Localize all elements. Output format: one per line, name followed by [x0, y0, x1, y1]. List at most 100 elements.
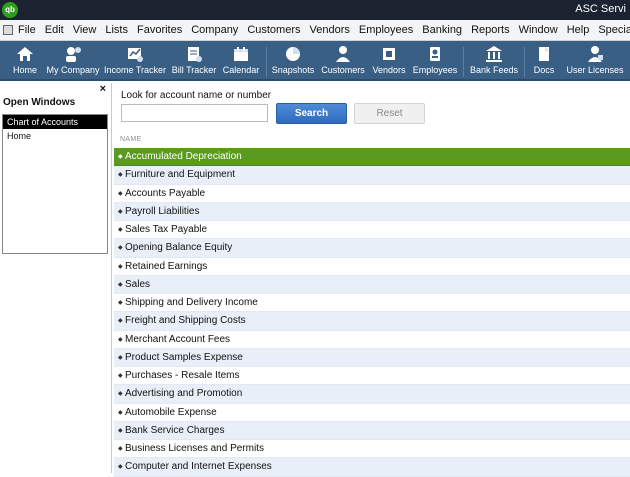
search-button[interactable]: Search — [276, 103, 347, 124]
row-bullet-icon: ◆ — [118, 373, 123, 379]
open-window-item[interactable]: Home — [3, 129, 107, 143]
open-windows-heading: Open Windows — [3, 97, 76, 108]
toolbar-employees-button[interactable]: Employees — [412, 43, 458, 79]
account-name: Product Samples Expense — [125, 351, 243, 363]
toolbar-vendors-button[interactable]: Vendors — [370, 43, 408, 79]
toolbar-user-licenses-button[interactable]: User Licenses — [564, 43, 626, 79]
toolbar-income-tracker-button[interactable]: Income Tracker — [104, 43, 166, 79]
menu-help[interactable]: Help — [567, 24, 590, 36]
account-row[interactable]: ◆ Computer and Internet Expenses — [114, 458, 630, 477]
account-name: Payroll Liabilities — [125, 205, 200, 217]
menu-favorites[interactable]: Favorites — [137, 24, 182, 36]
account-row[interactable]: ◆ Retained Earnings — [114, 257, 630, 276]
system-menu-icon[interactable] — [3, 25, 13, 35]
menu-special-offers[interactable]: Special Offers — [598, 24, 630, 36]
toolbar-bill-tracker-button[interactable]: Bill Tracker — [170, 43, 218, 79]
toolbar-snapshots-button[interactable]: Snapshots — [270, 43, 316, 79]
window-title: ASC Servi — [575, 3, 626, 15]
row-bullet-icon: ◆ — [118, 227, 123, 233]
toolbar-calendar-button[interactable]: Calendar — [220, 43, 262, 79]
row-bullet-icon: ◆ — [118, 263, 123, 270]
open-windows-panel: × Open Windows Chart of Accounts Home — [0, 83, 112, 473]
row-bullet-icon: ◆ — [118, 446, 123, 452]
account-row[interactable]: ◆ Sales — [114, 275, 630, 294]
toolbar-customers-button[interactable]: Customers — [320, 43, 366, 79]
account-name: Sales Tax Payable — [125, 224, 208, 235]
menu-window[interactable]: Window — [519, 24, 558, 36]
account-row[interactable]: ◆ Product Samples Expense — [114, 348, 630, 367]
account-name: Furniture and Equipment — [125, 169, 236, 181]
account-name: Freight and Shipping Costs — [125, 315, 246, 327]
title-bar: qb ASC Servi — [0, 0, 630, 20]
account-name: Purchases - Resale Items — [125, 370, 240, 381]
account-row[interactable]: ◆ Furniture and Equipment — [114, 166, 630, 185]
menu-banking[interactable]: Banking — [422, 24, 462, 36]
account-name: Automobile Expense — [125, 406, 217, 418]
home-icon — [17, 47, 33, 61]
account-row[interactable]: ◆ Advertising and Promotion — [114, 385, 630, 404]
account-row[interactable]: ◆ Opening Balance Equity — [114, 239, 630, 258]
account-row[interactable]: ◆ Business Licenses and Permits — [114, 440, 630, 459]
account-row[interactable]: ◆ Merchant Account Fees — [114, 330, 630, 349]
menu-employees[interactable]: Employees — [359, 24, 413, 36]
toolbar-label: Calendar — [222, 65, 260, 75]
toolbar-label: Customers — [321, 65, 365, 75]
account-row[interactable]: ◆ Bank Service Charges — [114, 421, 630, 440]
toolbar-label: Snapshots — [271, 65, 315, 75]
toolbar-label: Bank Feeds — [469, 65, 519, 75]
account-row[interactable]: ◆ Purchases - Resale Items — [114, 367, 630, 386]
account-name: Advertising and Promotion — [125, 388, 243, 400]
menu-file[interactable]: File — [18, 24, 36, 36]
account-row[interactable]: ◆ Automobile Expense — [114, 403, 630, 422]
account-row[interactable]: ◆ Payroll Liabilities — [114, 202, 630, 221]
toolbar-label: Employees — [412, 65, 458, 75]
account-name: Opening Balance Equity — [125, 242, 233, 254]
account-name: Bank Service Charges — [125, 424, 225, 436]
menu-vendors[interactable]: Vendors — [310, 24, 350, 36]
close-panel-icon[interactable]: × — [100, 83, 106, 95]
bank-icon — [486, 46, 502, 62]
toolbar-bank-feeds-button[interactable]: Bank Feeds — [468, 43, 520, 79]
menu-company[interactable]: Company — [191, 24, 238, 36]
toolbar-label: Docs — [533, 65, 555, 75]
row-bullet-icon: ◆ — [118, 427, 123, 434]
account-name: Accounts Payable — [125, 187, 206, 199]
row-bullet-icon: ◆ — [118, 354, 123, 361]
row-bullet-icon: ◆ — [118, 300, 123, 306]
my-company-icon — [66, 47, 81, 62]
menu-reports[interactable]: Reports — [471, 24, 510, 36]
account-row[interactable]: ◆ Accounts Payable — [114, 184, 630, 203]
account-name: Computer and Internet Expenses — [125, 461, 272, 473]
menu-edit[interactable]: Edit — [45, 24, 64, 36]
row-bullet-icon: ◆ — [118, 281, 123, 288]
user-licenses-icon — [588, 46, 603, 62]
row-bullet-icon: ◆ — [118, 245, 123, 252]
accounts-list: ◆ Accumulated Depreciation ◆ Furniture and … — [114, 148, 630, 477]
account-name: Retained Earnings — [125, 260, 208, 272]
name-column-header[interactable]: NAME — [120, 136, 141, 143]
account-search-input[interactable] — [121, 104, 268, 122]
vendor-icon — [383, 48, 395, 60]
toolbar-label: Bill Tracker — [171, 65, 217, 75]
open-window-item[interactable]: Chart of Accounts — [3, 115, 107, 129]
toolbar-label: Home — [12, 65, 37, 75]
toolbar-docs-button[interactable]: Docs — [528, 43, 560, 79]
toolbar-home-button[interactable]: Home — [4, 43, 46, 79]
toolbar-separator — [524, 47, 525, 77]
toolbar-label: Vendors — [372, 65, 406, 75]
account-name: Sales — [125, 278, 151, 290]
account-row[interactable]: ◆ Shipping and Delivery Income — [114, 294, 630, 313]
reset-button[interactable]: Reset — [354, 103, 425, 124]
menu-customers[interactable]: Customers — [247, 24, 300, 36]
account-row[interactable]: ◆ Freight and Shipping Costs — [114, 312, 630, 331]
menu-list: File Edit View Lists Favorites Company Custome… — [18, 24, 630, 36]
toolbar-label: User Licenses — [566, 65, 624, 75]
row-bullet-icon: ◆ — [118, 391, 123, 398]
menu-lists[interactable]: Lists — [105, 24, 128, 36]
row-bullet-icon: ◆ — [118, 190, 123, 197]
customer-icon — [336, 46, 350, 62]
account-row[interactable]: ◆ Accumulated Depreciation — [114, 148, 630, 167]
toolbar-my-company-button[interactable]: My Company — [46, 43, 100, 79]
menu-view[interactable]: View — [73, 24, 97, 36]
account-row[interactable]: ◆ Sales Tax Payable — [114, 221, 630, 240]
